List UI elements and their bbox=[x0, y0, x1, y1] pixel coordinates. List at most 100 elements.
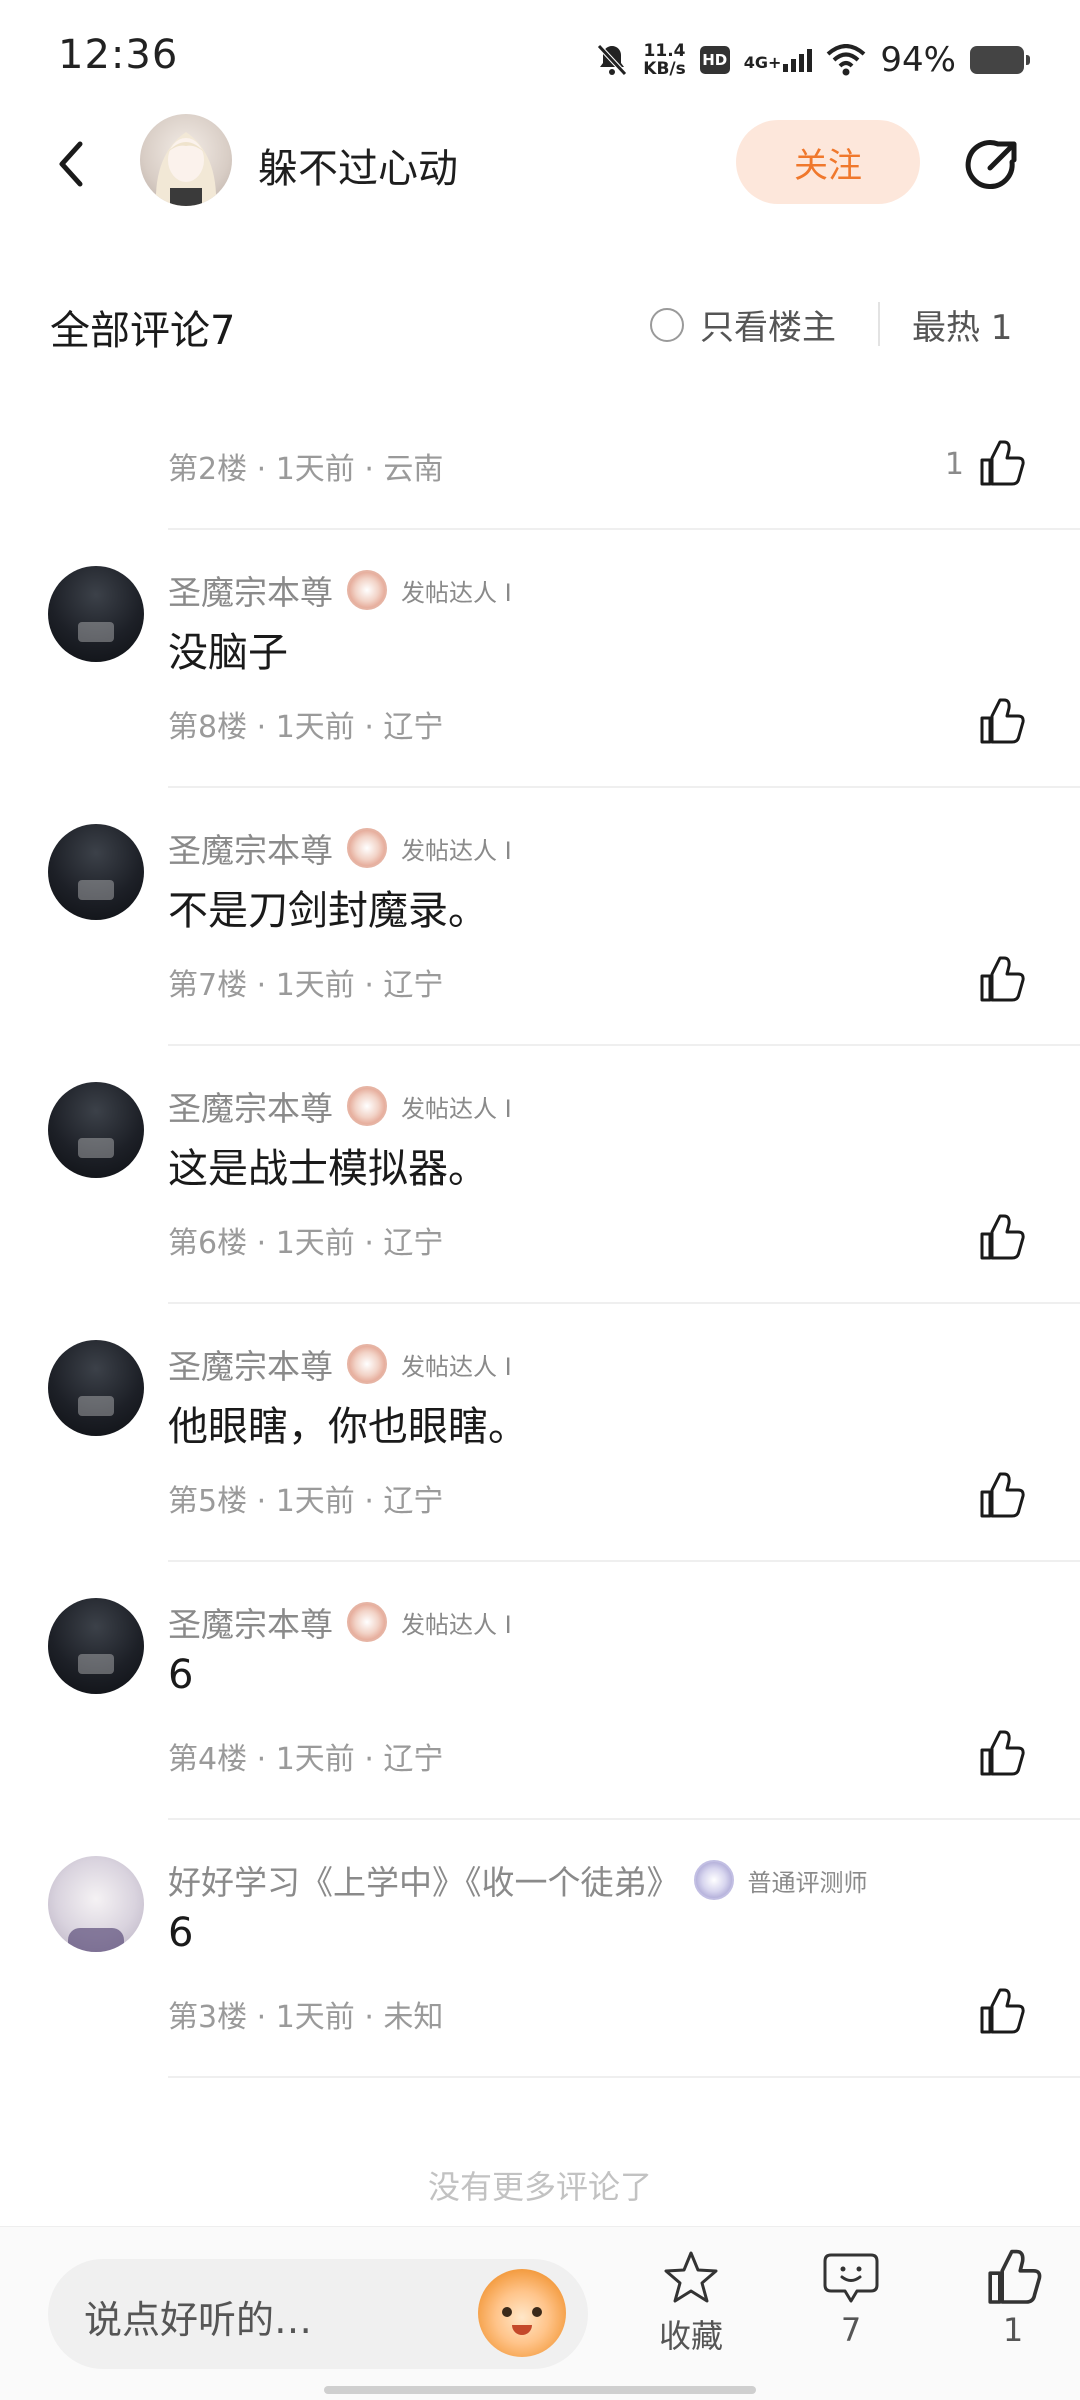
status-time: 12:36 bbox=[58, 32, 179, 78]
thumbs-up-icon bbox=[980, 440, 1025, 486]
comment-item: 好好学习《上学中》《收一个徒弟》 普通评测师 6 第3楼 · 1天前 · 未知 bbox=[0, 1850, 1080, 2078]
favorite-button[interactable]: 收藏 bbox=[636, 2249, 746, 2357]
author-avatar[interactable] bbox=[140, 114, 232, 206]
commenter-avatar[interactable] bbox=[48, 1340, 144, 1436]
commenter-name[interactable]: 好好学习《上学中》《收一个徒弟》 bbox=[168, 1856, 680, 1904]
battery-icon bbox=[970, 46, 1030, 74]
comment-input-placeholder: 说点好听的… bbox=[84, 2298, 313, 2342]
badge-icon bbox=[693, 1860, 734, 1900]
net-speed-unit: KB/s bbox=[643, 59, 686, 79]
badge-icon bbox=[347, 1086, 387, 1126]
commenter-name[interactable]: 圣魔宗本尊 bbox=[168, 566, 333, 614]
only-op-toggle[interactable]: 只看楼主 bbox=[650, 300, 836, 349]
comment-meta: 第7楼 · 1天前 · 辽宁 bbox=[168, 968, 444, 1003]
battery-percent: 94% bbox=[880, 40, 956, 80]
favorite-label: 收藏 bbox=[658, 2317, 723, 2355]
comment-name-row: 圣魔宗本尊 发帖达人 I bbox=[168, 1082, 512, 1130]
comment-divider bbox=[168, 786, 1080, 788]
network-type: 4G+ bbox=[743, 53, 782, 72]
like-count: 1 bbox=[944, 446, 964, 482]
commenter-avatar[interactable] bbox=[48, 1598, 144, 1694]
like-button[interactable] bbox=[976, 1214, 1026, 1262]
chevron-left-icon bbox=[59, 141, 83, 187]
comment-divider bbox=[168, 1560, 1080, 1562]
commenter-name[interactable]: 圣魔宗本尊 bbox=[168, 1598, 333, 1646]
like-button[interactable] bbox=[976, 1730, 1026, 1778]
comment-item: 圣魔宗本尊 发帖达人 I 不是刀剑封魔录。 第7楼 · 1天前 · 辽宁 bbox=[0, 818, 1080, 1046]
top-nav: 躲不过心动 关注 bbox=[0, 110, 1080, 220]
like-button[interactable] bbox=[976, 698, 1026, 746]
comment-text[interactable]: 这是战士模拟器。 bbox=[168, 1136, 488, 1194]
comment-divider bbox=[168, 528, 1080, 530]
comment-meta: 第3楼 · 1天前 · 未知 bbox=[168, 2000, 444, 2035]
comment-meta: 第8楼 · 1天前 · 辽宁 bbox=[168, 710, 444, 745]
comment-name-row: 圣魔宗本尊 发帖达人 I bbox=[168, 1598, 512, 1646]
commenter-avatar[interactable] bbox=[48, 824, 144, 920]
commenter-name[interactable]: 圣魔宗本尊 bbox=[168, 824, 333, 872]
comments-button[interactable]: 7 bbox=[796, 2249, 906, 2349]
badge-label: 普通评测师 bbox=[747, 1868, 868, 1897]
comment-name-row: 圣魔宗本尊 发帖达人 I bbox=[168, 1340, 512, 1388]
comment-meta: 第2楼 · 1天前 · 云南 bbox=[168, 452, 444, 487]
comment-meta: 第5楼 · 1天前 · 辽宁 bbox=[168, 1484, 444, 1519]
comments-header: 全部评论7 只看楼主 最热 1 bbox=[0, 290, 1080, 360]
only-op-label: 只看楼主 bbox=[700, 308, 836, 348]
net-speed-value: 11.4 bbox=[643, 41, 686, 61]
badge-label: 发帖达人 I bbox=[401, 1352, 512, 1381]
comment-text[interactable]: 他眼瞎，你也眼瞎。 bbox=[168, 1394, 528, 1452]
like-button[interactable] bbox=[976, 1472, 1026, 1520]
mute-bell-icon bbox=[597, 44, 628, 76]
comment-name-row: 好好学习《上学中》《收一个徒弟》 普通评测师 bbox=[168, 1856, 868, 1904]
radio-icon bbox=[650, 307, 684, 342]
commenter-name[interactable]: 圣魔宗本尊 bbox=[168, 1340, 333, 1388]
badge-icon bbox=[347, 1602, 387, 1642]
wifi-icon bbox=[827, 44, 866, 76]
avatar-anime-girl-icon bbox=[155, 132, 217, 206]
comment-item: 圣魔宗本尊 发帖达人 I 没脑子 第8楼 · 1天前 · 辽宁 bbox=[0, 560, 1080, 788]
badge-icon bbox=[347, 1344, 387, 1384]
star-icon bbox=[664, 2251, 718, 2303]
share-icon bbox=[965, 140, 1017, 190]
hd-badge: HD bbox=[699, 46, 730, 74]
emoji-mascot-icon[interactable] bbox=[478, 2269, 566, 2357]
thumbs-up-icon bbox=[980, 1988, 1025, 2034]
follow-button[interactable]: 关注 bbox=[736, 120, 920, 204]
comment-text[interactable]: 不是刀剑封魔录。 bbox=[168, 878, 488, 936]
comment-divider bbox=[168, 2076, 1080, 2078]
thumbs-up-icon bbox=[980, 956, 1025, 1002]
comment-text[interactable]: 6 bbox=[168, 1652, 193, 1698]
comment-name-row: 圣魔宗本尊 发帖达人 I bbox=[168, 824, 512, 872]
comment-item: 圣魔宗本尊 发帖达人 I 6 第4楼 · 1天前 · 辽宁 bbox=[0, 1592, 1080, 1820]
comment-text[interactable]: 6 bbox=[168, 1910, 193, 1956]
thumbs-up-icon bbox=[980, 1214, 1025, 1260]
net-speed: 11.4 KB/s bbox=[643, 42, 685, 78]
sort-dropdown[interactable]: 最热 1 bbox=[912, 300, 1032, 349]
comment-bubble-icon bbox=[823, 2253, 879, 2303]
badge-label: 发帖达人 I bbox=[401, 1610, 512, 1639]
home-indicator[interactable] bbox=[324, 2386, 756, 2394]
comment-name-row: 圣魔宗本尊 发帖达人 I bbox=[168, 566, 512, 614]
commenter-avatar[interactable] bbox=[48, 566, 144, 662]
comment-divider bbox=[168, 1302, 1080, 1304]
thumbs-up-icon bbox=[988, 2249, 1042, 2304]
badge-label: 发帖达人 I bbox=[401, 578, 512, 607]
share-button[interactable] bbox=[960, 132, 1024, 196]
bottom-bar: 说点好听的… 收藏 7 1 bbox=[0, 2226, 1080, 2400]
commenter-avatar[interactable] bbox=[48, 1082, 144, 1178]
like-button[interactable] bbox=[976, 1988, 1026, 2036]
like-button[interactable] bbox=[976, 956, 1026, 1004]
comment-input[interactable]: 说点好听的… bbox=[48, 2259, 588, 2369]
thumbs-up-icon bbox=[980, 1730, 1025, 1776]
like-count: 1 bbox=[1002, 2311, 1024, 2349]
commenter-name[interactable]: 圣魔宗本尊 bbox=[168, 1082, 333, 1130]
comment-divider bbox=[168, 1044, 1080, 1046]
thumbs-up-icon bbox=[980, 1472, 1025, 1518]
comment-item: 圣魔宗本尊 发帖达人 I 这是战士模拟器。 第6楼 · 1天前 · 辽宁 bbox=[0, 1076, 1080, 1304]
like-button[interactable]: 1 bbox=[945, 440, 1026, 488]
back-button[interactable] bbox=[44, 132, 104, 196]
comment-text[interactable]: 没脑子 bbox=[168, 620, 288, 678]
comment-meta: 第6楼 · 1天前 · 辽宁 bbox=[168, 1226, 444, 1261]
author-name[interactable]: 躲不过心动 bbox=[258, 136, 458, 194]
like-post-button[interactable]: 1 bbox=[958, 2249, 1068, 2349]
commenter-avatar[interactable] bbox=[48, 1856, 144, 1952]
